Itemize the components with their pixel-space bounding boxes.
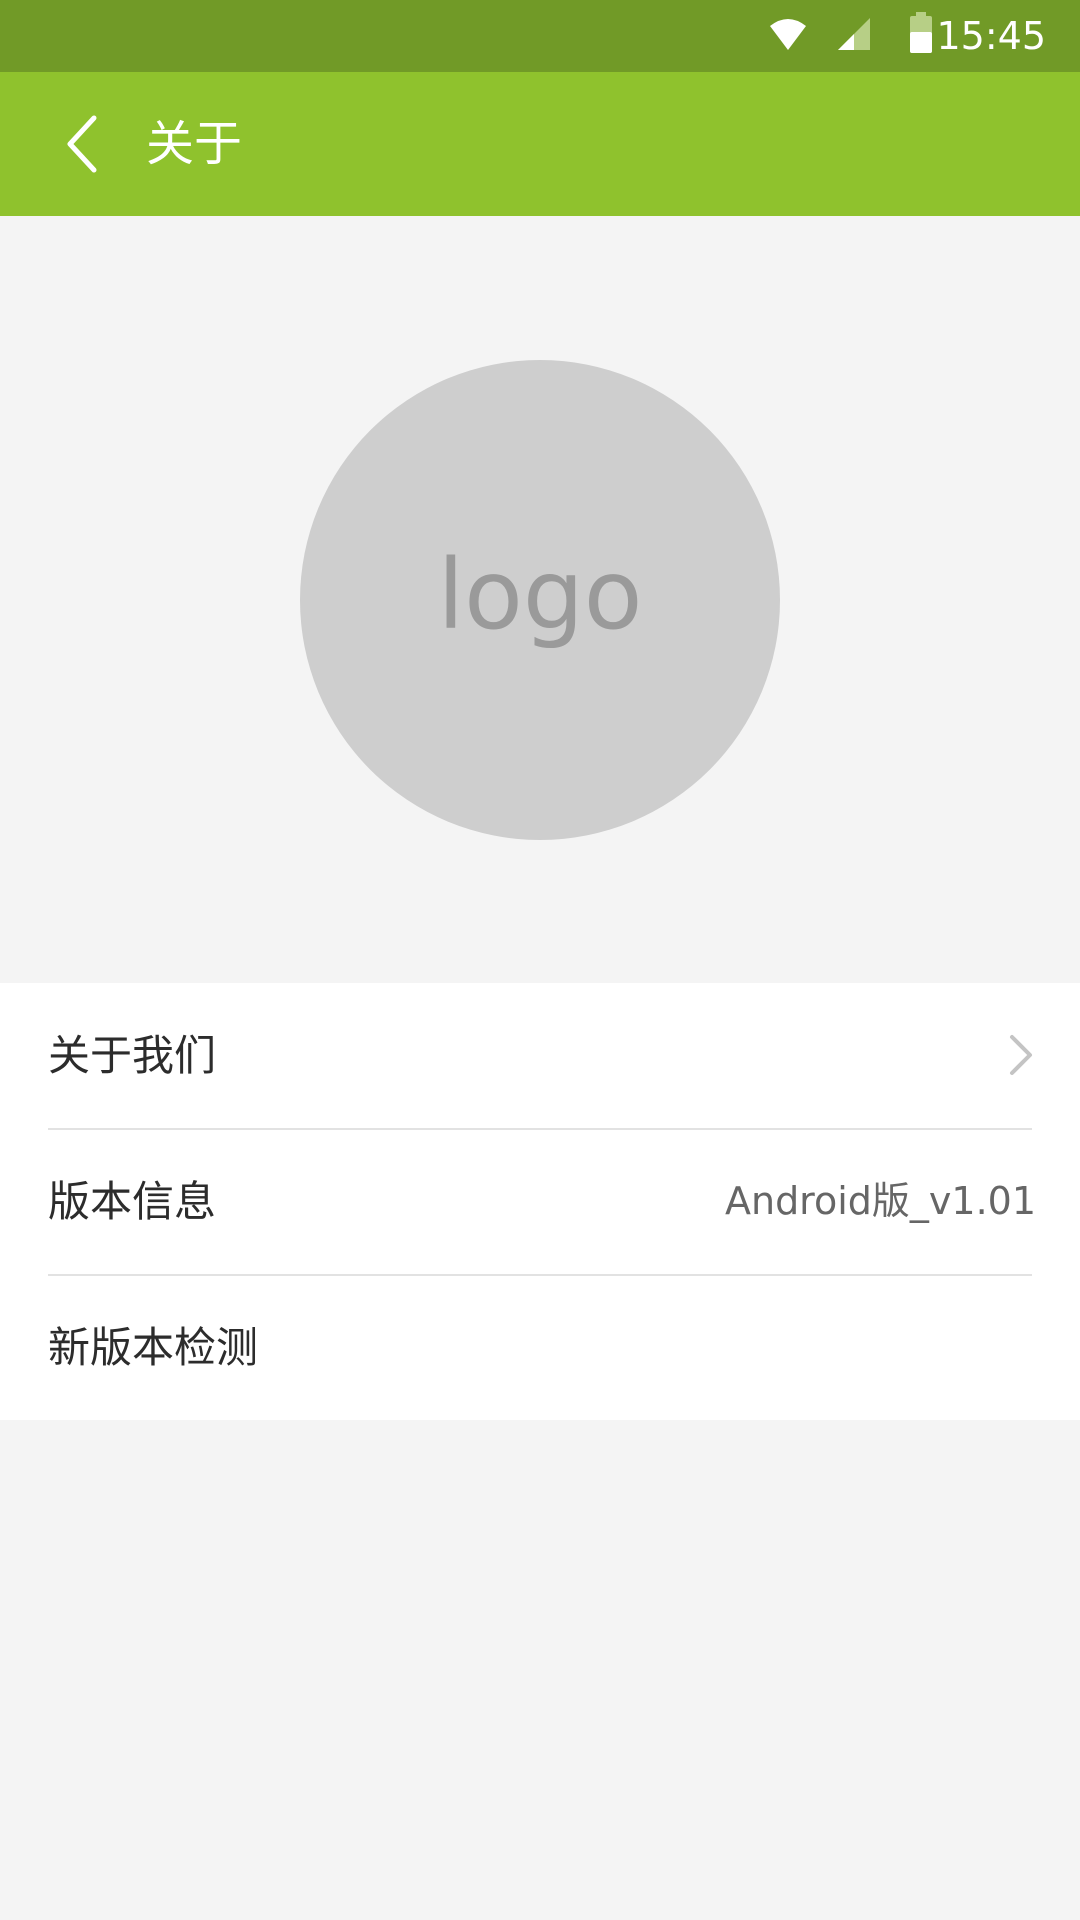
chevron-right-icon xyxy=(1008,1033,1034,1077)
logo-text: logo xyxy=(437,539,643,651)
version-info-label: 版本信息 xyxy=(48,1177,217,1226)
check-update-item[interactable]: 新版本检测 xyxy=(0,1275,1080,1420)
wifi-icon xyxy=(768,16,808,56)
status-bar: 15:45 xyxy=(0,0,1080,72)
toolbar: 关于 xyxy=(0,72,1080,216)
version-value: Android版_v1.01 xyxy=(724,1179,1036,1223)
status-time: 15:45 xyxy=(936,14,1046,58)
settings-list: 关于我们 版本信息 Android版_v1.01 新版本检测 xyxy=(0,983,1080,1420)
app-logo: logo xyxy=(300,360,780,840)
back-button[interactable] xyxy=(60,112,110,176)
version-info-item: 版本信息 Android版_v1.01 xyxy=(0,1129,1080,1274)
cell-signal-icon xyxy=(836,16,872,56)
about-us-item[interactable]: 关于我们 xyxy=(0,983,1080,1128)
battery-icon xyxy=(908,12,934,58)
about-us-label: 关于我们 xyxy=(48,1031,217,1080)
page-title: 关于 xyxy=(146,116,243,172)
chevron-left-icon xyxy=(67,115,97,173)
check-update-label: 新版本检测 xyxy=(48,1323,259,1372)
